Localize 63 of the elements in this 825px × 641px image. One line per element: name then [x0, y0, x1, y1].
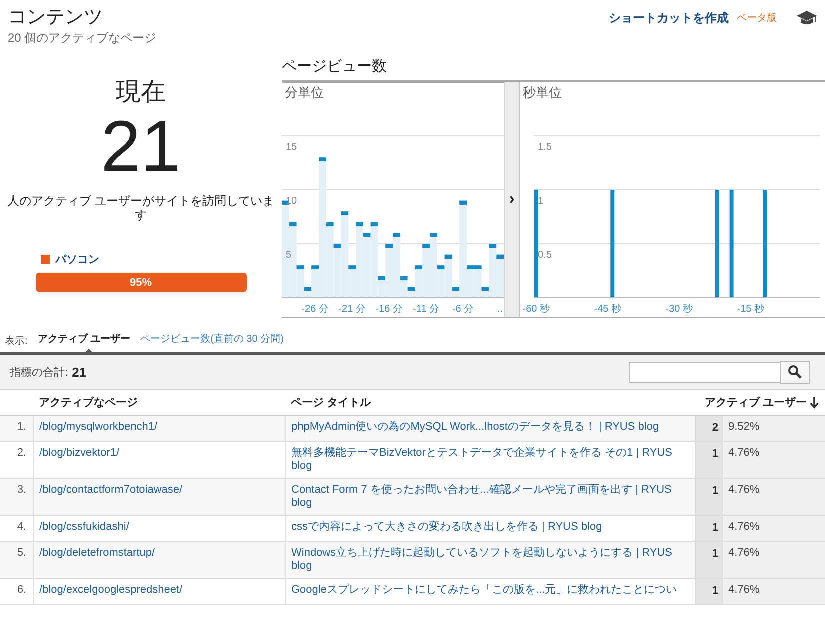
- chart-title: 分単位: [285, 85, 324, 100]
- active-users-value: 1: [712, 585, 718, 597]
- row-number: 3.: [17, 484, 26, 496]
- x-tick-label: -15 秒: [737, 304, 764, 315]
- view-tab[interactable]: アクティブ ユーザー: [38, 332, 131, 350]
- page-title-link[interactable]: 無料多機能テーマBizVektorとテストデータで企業サイトを作る その1 | RYUS blog: [292, 447, 688, 473]
- row-number: 2.: [17, 447, 26, 459]
- now-label: 現在: [116, 77, 166, 108]
- x-tick-label: -16 分: [376, 304, 403, 315]
- page-title-link[interactable]: cssで内容によって大きさの変わる吹き出しを作る | RYUS blog: [292, 521, 688, 534]
- beta-label: ベータ版: [737, 12, 777, 25]
- x-tick-label: -30 秒: [666, 304, 693, 315]
- row-number: 5.: [17, 547, 26, 559]
- x-tick-label: -45 秒: [594, 304, 622, 315]
- row-number: 4.: [17, 521, 26, 533]
- x-tick-label: -21 分: [338, 304, 366, 315]
- active-users-share: 4.76%: [728, 584, 760, 596]
- y-tick-label: 1.5: [538, 142, 552, 153]
- x-tick-label: -6 分: [452, 304, 474, 315]
- sort-descending-icon[interactable]: [810, 396, 819, 408]
- search-field[interactable]: [629, 362, 781, 382]
- active-users-share: 4.76%: [728, 521, 760, 533]
- row-number: 6.: [17, 584, 26, 596]
- x-tick-label: -60 秒: [522, 304, 550, 315]
- active-users-share: 4.76%: [728, 484, 760, 496]
- metric-total-value: 21: [72, 364, 87, 380]
- row-number: 1.: [17, 421, 26, 433]
- pageviews-title: ページビュー数: [282, 57, 388, 77]
- graduation-cap-icon[interactable]: [797, 10, 817, 26]
- active-users-share: 4.76%: [728, 547, 760, 559]
- search-icon: [788, 365, 802, 379]
- page-title: コンテンツ: [8, 6, 104, 30]
- expand-chart-button[interactable]: ›: [504, 82, 520, 317]
- x-tick-label: -11 分: [413, 304, 440, 315]
- y-tick-label: 15: [286, 142, 298, 153]
- y-tick-label: 10: [286, 196, 298, 207]
- active-users-value: 1: [712, 522, 718, 534]
- metric-total-label: 指標の合計:: [10, 366, 68, 380]
- active-users-share: 9.52%: [728, 421, 760, 433]
- active-users-value: 1: [712, 485, 718, 497]
- page-path-link[interactable]: /blog/bizvektor1/: [40, 447, 278, 460]
- create-shortcut-link[interactable]: ショートカットを作成: [609, 10, 729, 26]
- active-users-share: 4.76%: [728, 447, 760, 459]
- column-header[interactable]: アクティブ ユーザー: [704, 395, 807, 410]
- search-button[interactable]: [780, 360, 810, 384]
- x-tick-label: ..: [498, 304, 504, 315]
- x-tick-label: -26 分: [302, 304, 329, 315]
- active-users-value: 1: [712, 548, 718, 560]
- active-user-count: 21: [100, 108, 182, 186]
- view-label: 表示:: [5, 334, 28, 348]
- page-path-link[interactable]: /blog/cssfukidashi/: [40, 521, 278, 534]
- y-tick-label: 5: [286, 250, 292, 261]
- page-subtitle: 20 個のアクティブなページ: [8, 30, 157, 47]
- device-label: パソコン: [56, 253, 100, 267]
- active-user-caption: 人のアクティブ ユーザーがサイトを訪問しています: [6, 194, 276, 222]
- view-tab[interactable]: ページビュー数(直前の 30 分間): [140, 332, 284, 350]
- y-tick-label: 1: [538, 196, 544, 207]
- page-path-link[interactable]: /blog/excelgooglespredsheet/: [40, 584, 278, 597]
- device-share-bar: 95%: [36, 273, 246, 292]
- active-users-value: 1: [712, 448, 718, 460]
- page-title-link[interactable]: Googleスプレッドシートにしてみたら「この版を...元」に救われたことについ: [292, 584, 688, 597]
- chart-title: 秒単位: [523, 85, 562, 100]
- active-users-value: 2: [712, 422, 718, 434]
